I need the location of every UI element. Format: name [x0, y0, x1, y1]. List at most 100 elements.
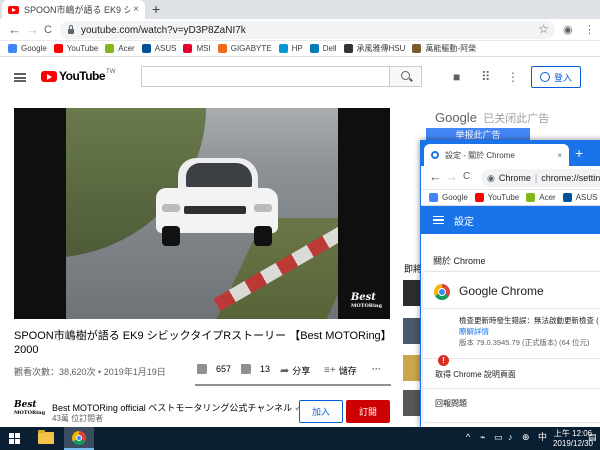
settings-reload-button[interactable]: C: [463, 169, 470, 185]
bookmark-star-icon[interactable]: ☆: [538, 22, 549, 36]
settings-menu-icon[interactable]: [433, 216, 444, 224]
settings-header-title: 設定: [454, 216, 474, 228]
update-error-text: 檢查更新時發生錯誤：無法啟動更新檢查 (: [459, 316, 599, 325]
bookmark-item[interactable]: MSI: [183, 44, 211, 53]
ime-indicator[interactable]: 中: [538, 432, 547, 442]
dislike-count: 13: [260, 364, 271, 374]
bookmark-label: Google: [442, 193, 468, 202]
subscribe-button[interactable]: 訂閱: [346, 400, 390, 423]
related-thumbnail[interactable]: [403, 318, 421, 344]
bookmark-item[interactable]: 萬能驅動-阿榮: [412, 43, 476, 54]
sign-in-button[interactable]: 登入: [531, 66, 581, 88]
bookmark-item[interactable]: Google: [8, 44, 47, 53]
bookmark-label: MSI: [196, 44, 211, 53]
bookmarks-bar: Google YouTube Acer ASUS MSI GIGABYTE HP Dell 承風…: [0, 41, 600, 57]
settings-back-button[interactable]: ←: [429, 169, 442, 185]
tray-overflow-icon[interactable]: ^: [466, 432, 470, 442]
bookmark-item[interactable]: Google: [429, 193, 468, 202]
tab-close-icon[interactable]: ×: [133, 4, 139, 15]
asus-icon: [141, 44, 151, 53]
settings-tab[interactable]: 設定 - 關於 Chrome ×: [424, 144, 569, 166]
chrome-settings-window: 設定 - 關於 Chrome × + ← → C ◉ Chrome | chro…: [420, 140, 600, 427]
thumbs-down-icon: [241, 364, 251, 374]
search-input[interactable]: [141, 66, 389, 87]
like-count: 657: [216, 364, 232, 374]
notification-icon[interactable]: ▤: [588, 432, 597, 442]
new-tab-button[interactable]: +: [152, 1, 160, 17]
learn-more-link[interactable]: 瞭解詳情: [459, 326, 489, 337]
more-actions-button[interactable]: ···: [372, 364, 381, 374]
lock-icon: [68, 25, 74, 34]
settings-bookmarks-bar: Google YouTube Acer ASUS: [421, 190, 600, 206]
related-thumbnail[interactable]: [403, 355, 421, 381]
search-button[interactable]: [389, 66, 422, 87]
bookmark-item[interactable]: GIGABYTE: [217, 44, 272, 53]
youtube-region-label: TW: [106, 69, 116, 75]
related-thumbnail[interactable]: [403, 280, 421, 306]
windows-start-icon[interactable]: [9, 433, 20, 444]
profile-icon[interactable]: ◉: [563, 22, 573, 38]
video-player[interactable]: Best MOTORing: [14, 108, 390, 319]
bookmark-item[interactable]: YouTube: [53, 44, 99, 53]
settings-new-tab-button[interactable]: +: [575, 145, 583, 161]
save-button[interactable]: ≡+ 儲存: [324, 364, 357, 377]
browser-tab-youtube[interactable]: SPOON市嶋が語る EK9 シ ×: [2, 0, 145, 19]
search-icon: [401, 71, 410, 80]
video-watermark: Best MOTORing: [351, 293, 382, 311]
bookmark-label: YouTube: [66, 44, 99, 53]
video-title: SPOON市嶋樹が語る EK9 シビックタイプRストーリー 【Best MOTO…: [14, 329, 394, 357]
battery-icon[interactable]: ▭: [494, 432, 503, 442]
youtube-logo[interactable]: YouTube TW: [41, 69, 115, 83]
video-meta: 觀看次數：38,620次 • 2019年1月19日: [14, 367, 166, 377]
network-icon[interactable]: ⊕: [522, 432, 530, 442]
bookmark-item[interactable]: ASUS: [562, 193, 598, 202]
back-button[interactable]: ←: [8, 22, 21, 38]
thumbs-up-icon: [197, 364, 207, 374]
bookmark-label: ASUS: [575, 193, 598, 202]
apps-grid-icon[interactable]: ⠿: [481, 70, 491, 83]
google-icon: [429, 193, 438, 202]
camera-icon: [343, 44, 353, 53]
bookmark-label: Acer: [118, 44, 135, 53]
like-button[interactable]: 657: [197, 364, 231, 374]
volume-icon[interactable]: ♪: [508, 432, 513, 442]
bookmark-item[interactable]: HP: [278, 44, 303, 53]
hp-icon: [278, 44, 288, 53]
url-text: youtube.com/watch?v=yD3P8ZaNI7k: [81, 24, 246, 36]
report-row[interactable]: 回報問題: [423, 389, 600, 419]
hamburger-menu-icon[interactable]: [14, 73, 26, 82]
dislike-button[interactable]: 13: [241, 364, 270, 374]
usb-icon[interactable]: ⌁: [480, 432, 485, 442]
youtube-favicon-icon: [8, 5, 19, 14]
channel-name-text: Best MOTORing official ベストモータリング公式チャンネル: [52, 403, 293, 413]
join-button[interactable]: 加入: [299, 400, 343, 423]
bookmark-item[interactable]: YouTube: [474, 193, 519, 202]
share-button[interactable]: ➦ 分享: [280, 364, 310, 377]
create-video-icon[interactable]: ■: [453, 71, 460, 83]
about-chrome-section-title: 關於 Chrome: [433, 256, 486, 266]
bookmark-label: ASUS: [154, 44, 177, 53]
menu-icon[interactable]: ⋮: [584, 22, 595, 38]
publish-date: 2019年1月19日: [103, 367, 166, 377]
screen: SPOON市嶋が語る EK9 シ × + ← → C youtube.com/w…: [0, 0, 600, 450]
settings-address-bar[interactable]: ◉ Chrome | chrome://settin: [481, 169, 600, 187]
product-name: Google Chrome: [459, 284, 544, 298]
help-row[interactable]: 取得 Chrome 說明頁面: [423, 359, 600, 389]
channel-avatar[interactable]: Best MOTORing: [14, 401, 45, 421]
video-frame: [66, 108, 338, 319]
bookmark-item[interactable]: 承風雅傳HSU: [343, 43, 405, 54]
browser-tab-strip: SPOON市嶋が語る EK9 シ × +: [0, 0, 600, 19]
bookmark-item[interactable]: Acer: [526, 193, 556, 202]
settings-dots-icon[interactable]: ⋮: [507, 71, 519, 83]
bookmark-item[interactable]: Acer: [105, 44, 135, 53]
bookmark-item[interactable]: ASUS: [141, 44, 177, 53]
reload-button[interactable]: C: [44, 22, 52, 38]
related-thumbnail[interactable]: [403, 390, 421, 416]
address-bar[interactable]: youtube.com/watch?v=yD3P8ZaNI7k ☆: [60, 21, 555, 39]
bookmark-item[interactable]: Dell: [309, 44, 337, 53]
settings-tab-close-icon[interactable]: ×: [557, 151, 562, 160]
settings-forward-button[interactable]: →: [445, 169, 458, 185]
taskbar-chrome-button[interactable]: [64, 427, 94, 450]
file-explorer-icon[interactable]: [38, 430, 54, 444]
forward-button[interactable]: →: [26, 22, 39, 38]
